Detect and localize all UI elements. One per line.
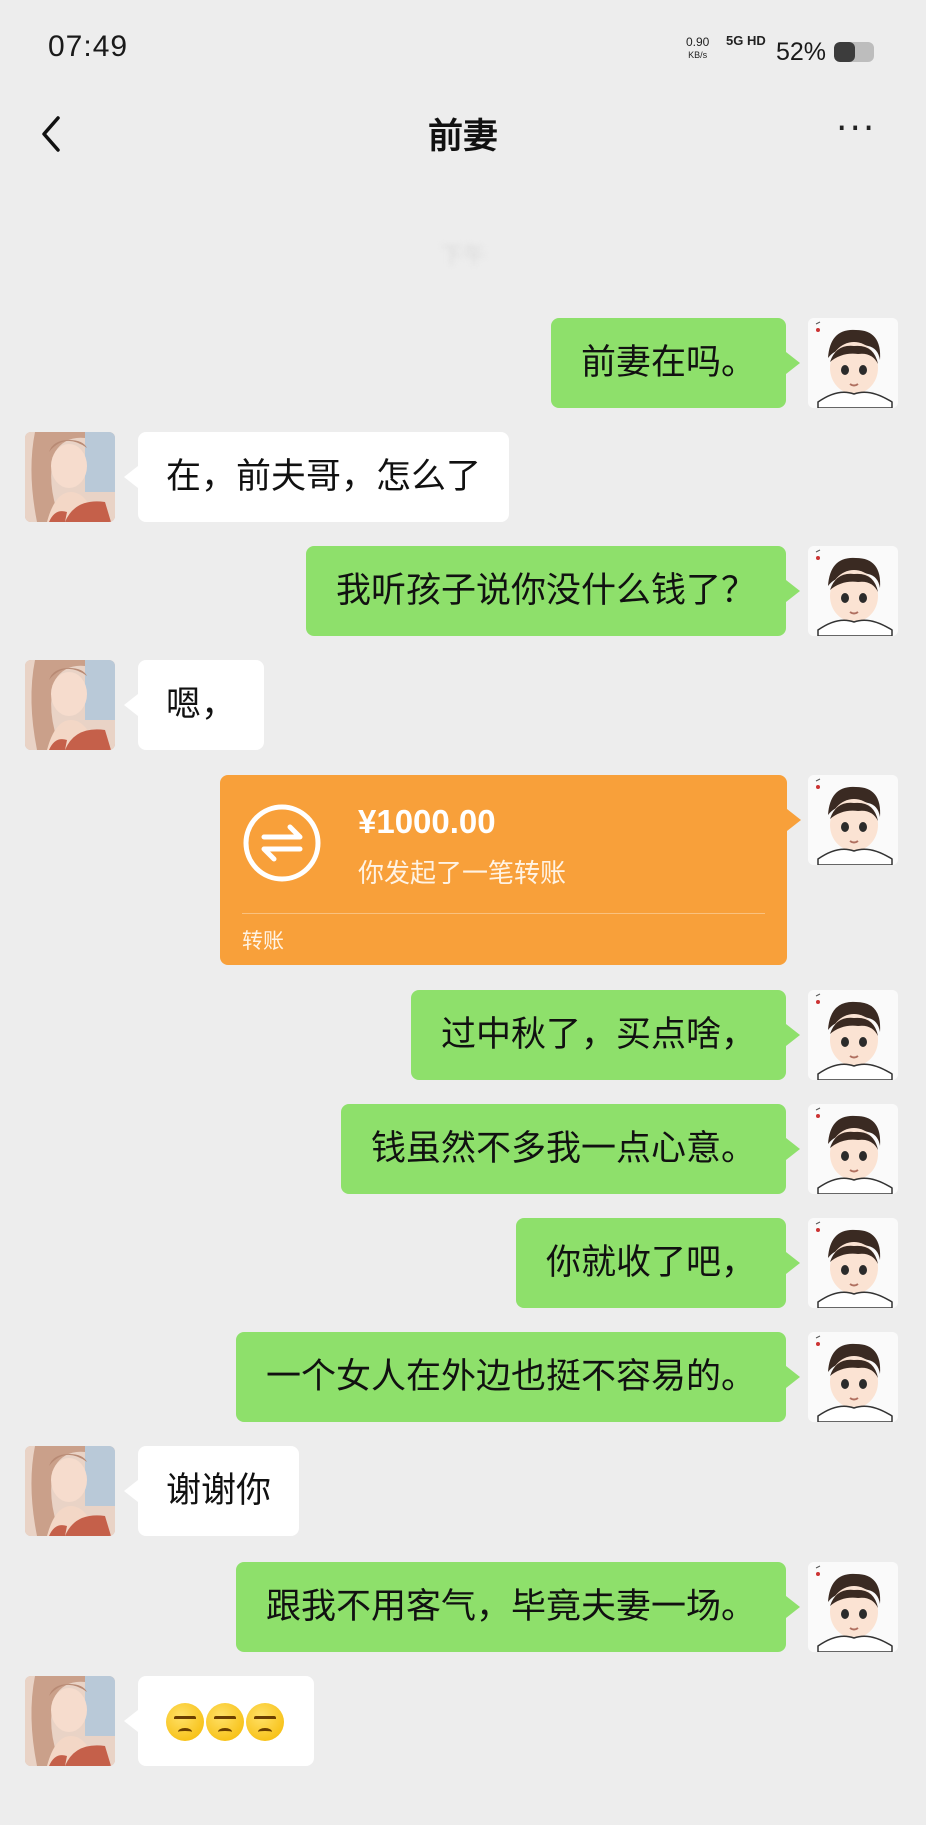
message-text: 在，前夫哥，怎么了 [166, 457, 482, 497]
network-speed-unit: KB/s [688, 50, 708, 60]
my-avatar[interactable] [808, 546, 898, 636]
contact-avatar[interactable] [25, 660, 115, 750]
my-message-bubble[interactable]: 钱虽然不多我一点心意。 [340, 1104, 800, 1194]
status-time: 07:49 [48, 30, 129, 63]
message-text: 钱虽然不多我一点心意。 [370, 1129, 756, 1169]
battery-fill [834, 42, 855, 62]
message-text: 跟我不用客气，毕竟夫妻一场。 [265, 1587, 756, 1627]
message-text: 过中秋了，买点啥， [440, 1015, 756, 1055]
my-message-bubble[interactable]: 你就收了吧， [515, 1218, 800, 1308]
contact-avatar[interactable] [25, 1446, 115, 1536]
message-text: 谢谢你 [166, 1471, 272, 1511]
my-avatar[interactable] [808, 1104, 898, 1194]
angry-face-icon [246, 1703, 284, 1741]
message-text: 我听孩子说你没什么钱了？ [335, 571, 756, 611]
chat-title: 前妻 [427, 117, 498, 157]
my-avatar[interactable] [808, 1562, 898, 1652]
my-avatar[interactable] [808, 1218, 898, 1308]
network-speed-value: 0.90 [686, 35, 710, 49]
contact-message-bubble[interactable]: 嗯， [124, 660, 265, 750]
angry-face-icon [166, 1703, 204, 1741]
my-avatar[interactable] [808, 318, 898, 408]
transfer-label: 转账 [242, 929, 284, 953]
more-options-icon[interactable]: ··· [836, 108, 876, 149]
message-text: 嗯， [166, 685, 237, 725]
chat-header: 前妻 ··· [0, 90, 926, 170]
signal-indicator: 5G HD [726, 33, 766, 48]
network-speed: 0.90 KB/s [686, 36, 709, 62]
battery-icon [834, 42, 874, 62]
my-message-bubble[interactable]: 前妻在吗。 [550, 318, 800, 408]
transfer-icon [243, 804, 321, 882]
my-avatar[interactable] [808, 775, 898, 865]
my-message-bubble[interactable]: 我听孩子说你没什么钱了？ [305, 546, 800, 636]
transfer-amount: ¥1000.00 [358, 803, 496, 840]
my-message-bubble[interactable]: 过中秋了，买点啥， [410, 990, 800, 1080]
status-bar: 07:49 0.90 KB/s 5G HD 52% [0, 0, 926, 100]
contact-avatar[interactable] [25, 432, 115, 522]
message-text: 你就收了吧， [545, 1243, 756, 1283]
transfer-description: 你发起了一笔转账 [358, 859, 567, 889]
contact-message-bubble[interactable]: 谢谢你 [124, 1446, 300, 1536]
divider [242, 913, 765, 914]
contact-message-bubble[interactable] [124, 1676, 314, 1766]
angry-face-icon [206, 1703, 244, 1741]
my-avatar[interactable] [808, 990, 898, 1080]
message-text: 前妻在吗。 [580, 343, 756, 383]
transfer-card[interactable]: ¥1000.00 你发起了一笔转账转账 [220, 775, 801, 965]
contact-avatar[interactable] [25, 1676, 115, 1766]
contact-message-bubble[interactable]: 在，前夫哥，怎么了 [124, 432, 510, 522]
timestamp: 下午 [440, 244, 485, 269]
my-avatar[interactable] [808, 1332, 898, 1422]
battery-percent: 52% [776, 38, 827, 66]
my-message-bubble[interactable]: 一个女人在外边也挺不容易的。 [235, 1332, 800, 1422]
message-text: 一个女人在外边也挺不容易的。 [265, 1357, 756, 1397]
my-message-bubble[interactable]: 跟我不用客气，毕竟夫妻一场。 [235, 1562, 800, 1652]
